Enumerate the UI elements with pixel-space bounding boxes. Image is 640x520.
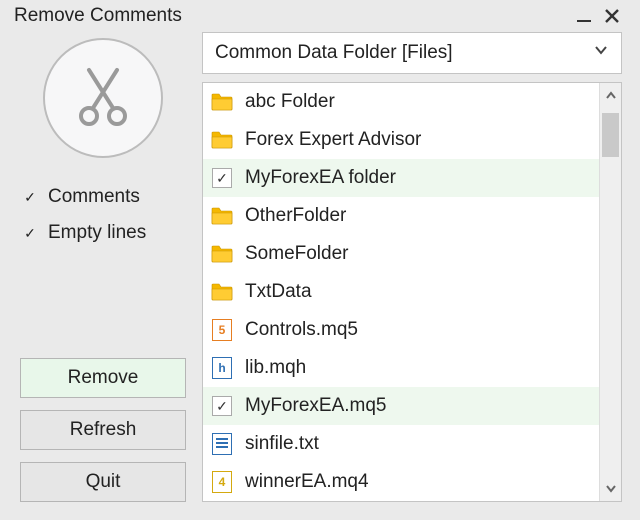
list-item[interactable]: TxtData: [203, 273, 599, 311]
list-item-label: sinfile.txt: [245, 433, 319, 455]
list-item[interactable]: ✓ MyForexEA folder: [203, 159, 599, 197]
comments-checkbox[interactable]: ✓ Comments: [22, 186, 188, 208]
buttons-group: Remove Refresh Quit: [18, 358, 188, 502]
list-item-label: OtherFolder: [245, 205, 346, 227]
list-item-label: lib.mqh: [245, 357, 306, 379]
file-list: abc Folder Forex Expert Advisor ✓ MyForexEA…: [202, 82, 622, 502]
options-group: ✓ Comments ✓ Empty lines: [18, 186, 188, 244]
check-icon: ✓: [22, 189, 38, 205]
list-item[interactable]: OtherFolder: [203, 197, 599, 235]
right-panel: Common Data Folder [Files] abc Folder For…: [202, 32, 622, 502]
dialog-body: ✓ Comments ✓ Empty lines Remove Refresh …: [0, 32, 640, 520]
empty-lines-label: Empty lines: [48, 222, 146, 244]
list-item[interactable]: Forex Expert Advisor: [203, 121, 599, 159]
list-item[interactable]: sinfile.txt: [203, 425, 599, 463]
mqh-file-icon: h: [211, 357, 233, 379]
chevron-down-icon: [593, 42, 609, 64]
list-item[interactable]: 4 winnerEA.mq4: [203, 463, 599, 501]
check-icon: ✓: [22, 225, 38, 241]
folder-icon: [211, 243, 233, 265]
list-item-label: MyForexEA folder: [245, 167, 396, 189]
list-item[interactable]: 5 Controls.mq5: [203, 311, 599, 349]
location-value: Common Data Folder [Files]: [215, 42, 593, 64]
refresh-button[interactable]: Refresh: [20, 410, 186, 450]
quit-button[interactable]: Quit: [20, 462, 186, 502]
folder-icon: [211, 129, 233, 151]
mq4-file-icon: 4: [211, 471, 233, 493]
folder-icon: [211, 91, 233, 113]
list-item-label: Forex Expert Advisor: [245, 129, 421, 151]
window-title: Remove Comments: [14, 5, 570, 27]
comments-label: Comments: [48, 186, 140, 208]
list-item-label: MyForexEA.mq5: [245, 395, 386, 417]
txt-file-icon: [211, 433, 233, 455]
list-item[interactable]: ✓ MyForexEA.mq5: [203, 387, 599, 425]
close-button[interactable]: [598, 7, 626, 25]
file-list-viewport[interactable]: abc Folder Forex Expert Advisor ✓ MyForexEA…: [203, 83, 599, 501]
minimize-button[interactable]: [570, 7, 598, 25]
scroll-down-button[interactable]: [600, 475, 621, 501]
list-item[interactable]: SomeFolder: [203, 235, 599, 273]
location-dropdown[interactable]: Common Data Folder [Files]: [202, 32, 622, 74]
empty-lines-checkbox[interactable]: ✓ Empty lines: [22, 222, 188, 244]
checked-icon: ✓: [211, 395, 233, 417]
scrollbar-track[interactable]: [600, 109, 621, 475]
titlebar: Remove Comments: [0, 0, 640, 32]
scrollbar[interactable]: [599, 83, 621, 501]
list-item-label: Controls.mq5: [245, 319, 358, 341]
checked-icon: ✓: [211, 167, 233, 189]
list-item[interactable]: h lib.mqh: [203, 349, 599, 387]
remove-button[interactable]: Remove: [20, 358, 186, 398]
list-item[interactable]: abc Folder: [203, 83, 599, 121]
folder-icon: [211, 281, 233, 303]
list-item-label: SomeFolder: [245, 243, 349, 265]
list-item-label: TxtData: [245, 281, 312, 303]
scissors-icon: [43, 38, 163, 158]
scroll-up-button[interactable]: [600, 83, 621, 109]
mq5-file-icon: 5: [211, 319, 233, 341]
list-item-label: abc Folder: [245, 91, 335, 113]
folder-icon: [211, 205, 233, 227]
window: Remove Comments: [0, 0, 640, 520]
list-item-label: winnerEA.mq4: [245, 471, 369, 493]
scrollbar-thumb[interactable]: [602, 113, 619, 157]
left-panel: ✓ Comments ✓ Empty lines Remove Refresh …: [18, 32, 188, 502]
